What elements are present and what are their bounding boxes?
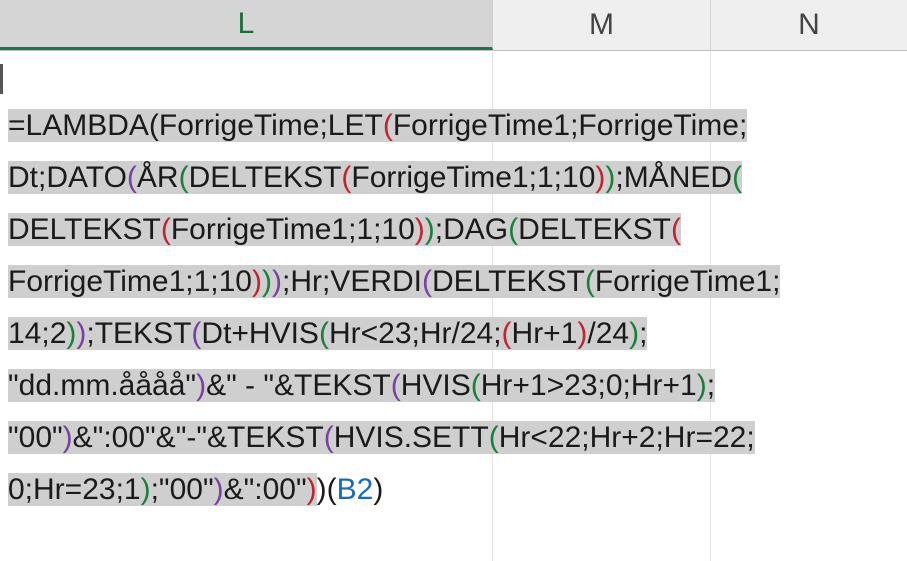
formula-token: Dt+HVIS bbox=[201, 317, 319, 350]
formula-token: ) bbox=[140, 473, 151, 506]
column-header-n[interactable]: N bbox=[711, 0, 907, 50]
formula-token: ( bbox=[501, 317, 512, 350]
formula-token: =LAMBDA(ForrigeTime;LET bbox=[8, 109, 383, 142]
formula-token: ( bbox=[191, 317, 202, 350]
formula-token: DELTEKST bbox=[188, 161, 342, 194]
formula-line: 0;Hr=23;1);"00")&":00"))(B2) bbox=[8, 464, 898, 516]
formula-token: ) bbox=[62, 421, 73, 454]
formula-line: DELTEKST(ForrigeTime1;1;10));DAG(DELTEKS… bbox=[8, 204, 898, 256]
formula-token: &":00" bbox=[223, 473, 307, 506]
formula-line: "00")&":00"&"-"&TEKST(HVIS.SETT(Hr<22;Hr… bbox=[8, 412, 898, 464]
formula-line: =LAMBDA(ForrigeTime;LET(ForrigeTime1;For… bbox=[8, 100, 898, 152]
column-header-m[interactable]: M bbox=[493, 0, 711, 50]
formula-token: ) bbox=[605, 161, 616, 194]
formula-token: ) bbox=[306, 473, 317, 506]
formula-token: ( bbox=[422, 265, 432, 298]
column-header-bar: L M N bbox=[0, 0, 907, 51]
formula-token: &" - "&TEKST bbox=[206, 369, 391, 402]
formula-token: DELTEKST bbox=[8, 213, 161, 246]
formula-token: ( bbox=[470, 369, 481, 402]
formula-token: "dd.mm.åååå" bbox=[8, 369, 197, 402]
formula-token: ; bbox=[706, 369, 716, 402]
formula-token: ( bbox=[160, 213, 171, 246]
formula-token: ; bbox=[639, 317, 648, 350]
formula-token: ) bbox=[595, 161, 606, 194]
formula-token: ForrigeTime1;1;10 bbox=[351, 161, 596, 194]
formula-token: ( bbox=[323, 421, 334, 454]
formula-token: Dt;DATO bbox=[8, 161, 127, 194]
formula-token: ) bbox=[424, 213, 435, 246]
formula-token: ) bbox=[251, 265, 262, 298]
formula-token: ÅR bbox=[136, 161, 179, 194]
formula-token: 14;2 bbox=[8, 317, 67, 350]
formula-line: Dt;DATO(ÅR(DELTEKST(ForrigeTime1;1;10));… bbox=[8, 152, 898, 204]
formula-token: ( bbox=[178, 161, 189, 194]
column-header-l[interactable]: L bbox=[0, 0, 493, 50]
formula-token: ) bbox=[316, 473, 327, 506]
formula-token: ( bbox=[326, 473, 337, 506]
formula-token: ) bbox=[76, 317, 87, 350]
formula-token: ) bbox=[66, 317, 77, 350]
formula-token: DELTEKST bbox=[518, 213, 671, 246]
formula-token: ;Hr;VERDI bbox=[281, 265, 422, 298]
formula-token: Hr+1 bbox=[511, 317, 578, 350]
formula-token: ) bbox=[414, 213, 425, 246]
formula-token: &":00"&"-"&TEKST bbox=[72, 421, 324, 454]
active-cell-edge bbox=[0, 64, 3, 94]
formula-token: ( bbox=[318, 317, 329, 350]
formula-token: Hr<23;Hr/24; bbox=[328, 317, 502, 350]
formula-token: ) bbox=[271, 265, 282, 298]
spreadsheet-grid: L M N =LAMBDA(ForrigeTime;LET(ForrigeTim… bbox=[0, 0, 907, 561]
formula-token: DELTEKST bbox=[432, 265, 585, 298]
formula-token: ) bbox=[213, 473, 224, 506]
formula-token: HVIS.SETT bbox=[333, 421, 489, 454]
formula-token: ) bbox=[577, 317, 588, 350]
formula-token: ( bbox=[390, 369, 401, 402]
formula-token: ( bbox=[126, 161, 137, 194]
formula-token: /24 bbox=[587, 317, 630, 350]
formula-token: ;DAG bbox=[434, 213, 509, 246]
cell-l-formula-text[interactable]: =LAMBDA(ForrigeTime;LET(ForrigeTime1;For… bbox=[8, 100, 898, 516]
formula-token: ForrigeTime1;1;10 bbox=[170, 213, 415, 246]
formula-token: ) bbox=[373, 473, 384, 506]
formula-token: ( bbox=[508, 213, 519, 246]
formula-token: ;TEKST bbox=[86, 317, 192, 350]
formula-token: ( bbox=[488, 421, 499, 454]
formula-line: "dd.mm.åååå")&" - "&TEKST(HVIS(Hr+1>23;0… bbox=[8, 360, 898, 412]
formula-token: 0;Hr=23;1 bbox=[8, 473, 141, 506]
formula-line: ForrigeTime1;1;10)));Hr;VERDI(DELTEKST(F… bbox=[8, 256, 898, 308]
formula-token: ForrigeTime1;1;10 bbox=[8, 265, 252, 298]
cell-reference: B2 bbox=[336, 473, 374, 506]
formula-token: "00" bbox=[8, 421, 63, 454]
formula-token: ForrigeTime1; bbox=[594, 265, 781, 298]
formula-token: ) bbox=[629, 317, 640, 350]
formula-token: ) bbox=[696, 369, 707, 402]
formula-token: Hr<22;Hr+2;Hr=22; bbox=[498, 421, 755, 454]
formula-token: ( bbox=[584, 265, 595, 298]
formula-line: 14;2));TEKST(Dt+HVIS(Hr<23;Hr/24;(Hr+1)/… bbox=[8, 308, 898, 360]
formula-token: Hr+1>23;0;Hr+1 bbox=[480, 369, 697, 402]
formula-token: ( bbox=[382, 109, 393, 142]
formula-token: ;MÅNED bbox=[615, 161, 733, 194]
formula-token: ( bbox=[670, 213, 681, 246]
formula-token: ForrigeTime1;ForrigeTime; bbox=[392, 109, 748, 142]
formula-token: ( bbox=[341, 161, 352, 194]
formula-token: ) bbox=[261, 265, 272, 298]
formula-token: ) bbox=[196, 369, 207, 402]
formula-token: ( bbox=[732, 161, 743, 194]
formula-token: HVIS bbox=[400, 369, 471, 402]
formula-token: ;"00" bbox=[150, 473, 214, 506]
